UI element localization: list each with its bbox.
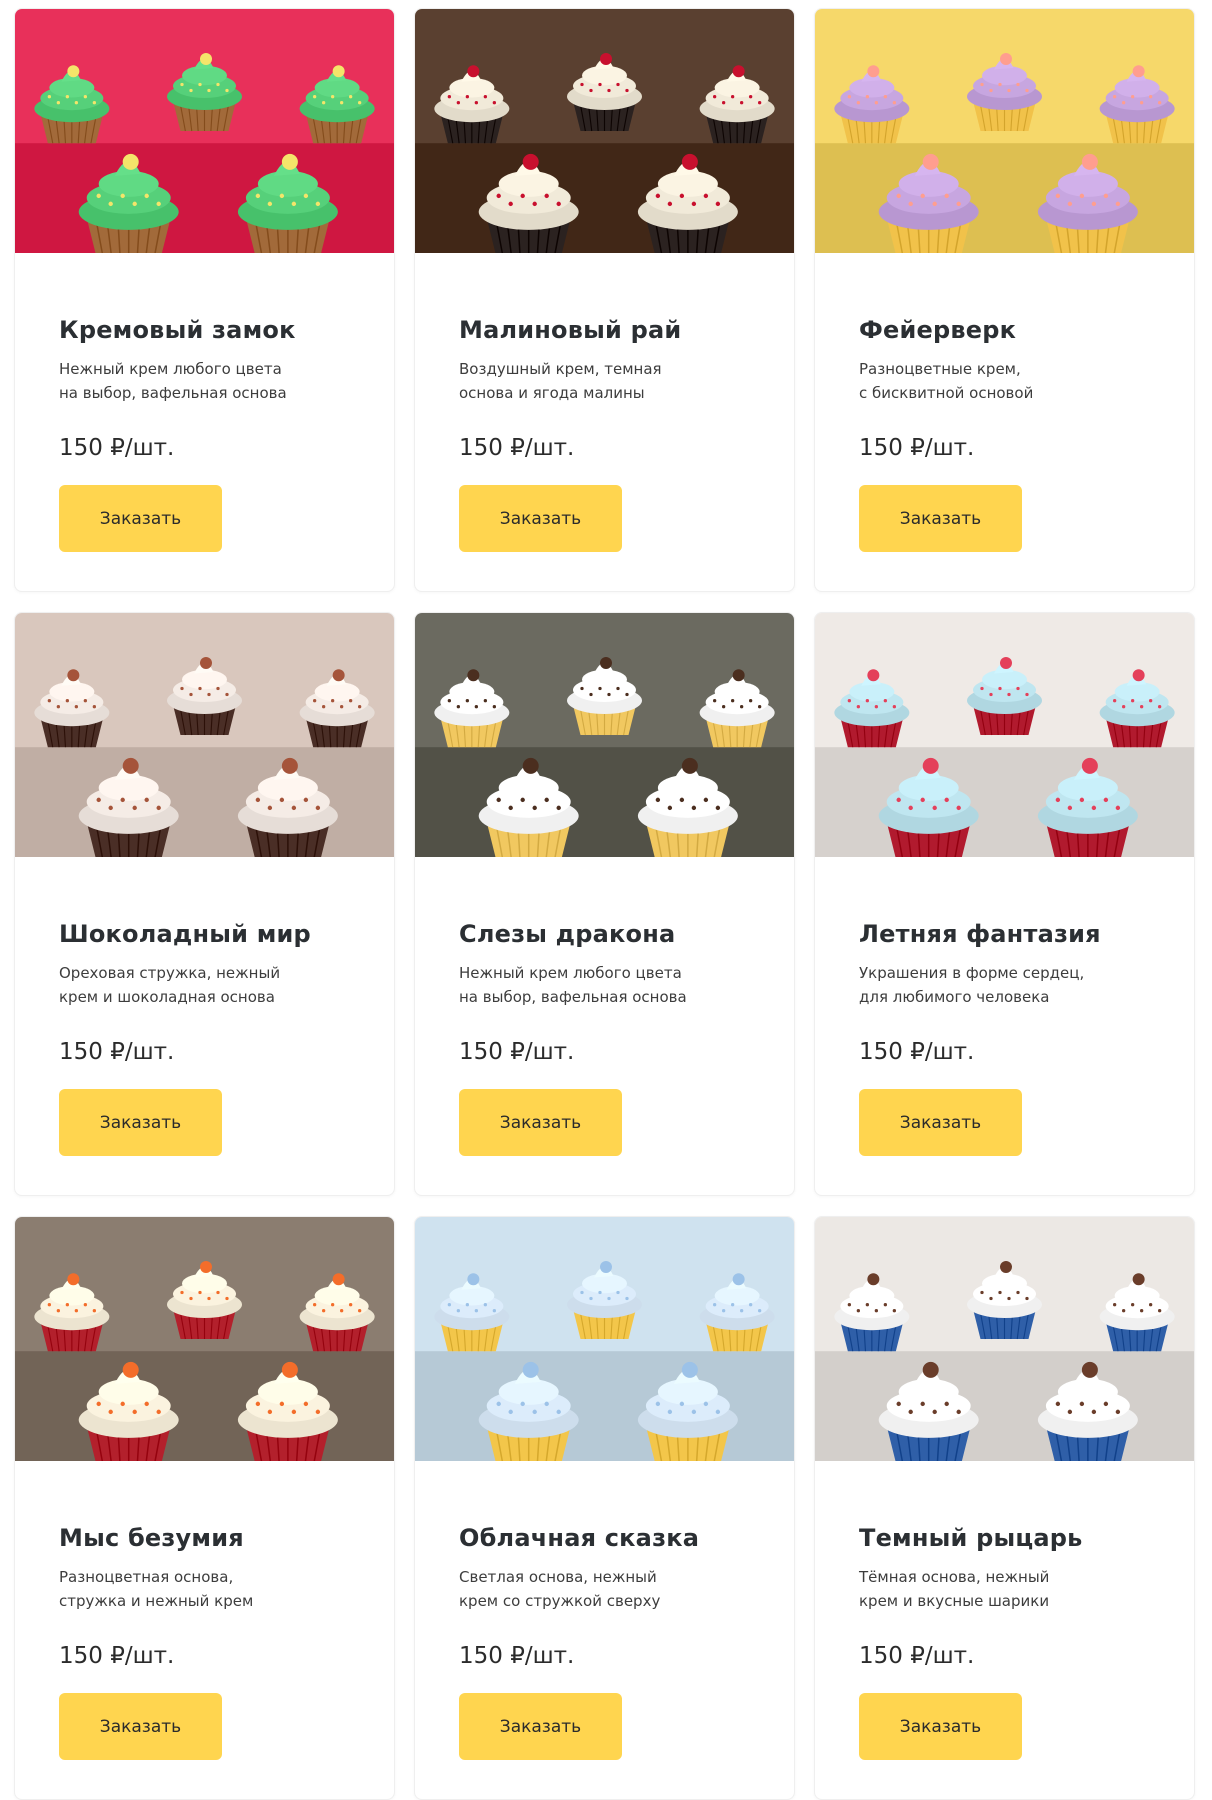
product-title: Темный рыцарь: [859, 1524, 1083, 1552]
product-card: Слезы дракона Нежный крем любого цвета н…: [414, 612, 795, 1196]
product-card: Облачная сказка Светлая основа, нежный к…: [414, 1216, 795, 1800]
description-line: Разноцветная основа,: [59, 1568, 234, 1586]
product-description: Светлая основа, нежный крем со стружкой …: [459, 1565, 719, 1613]
product-card: Шоколадный мир Ореховая стружка, нежный …: [14, 612, 395, 1196]
product-description: Тёмная основа, нежный крем и вкусные шар…: [859, 1565, 1119, 1613]
product-price: 150 ₽/шт.: [59, 1039, 175, 1065]
card-body: Кремовый замок Нежный крем любого цвета …: [59, 253, 374, 552]
product-grid: Кремовый замок Нежный крем любого цвета …: [14, 8, 1195, 1800]
description-line: крем со стружкой сверху: [459, 1592, 661, 1610]
product-title: Слезы дракона: [459, 920, 676, 948]
description-line: крем и вкусные шарики: [859, 1592, 1050, 1610]
product-title: Малиновый рай: [459, 316, 682, 344]
order-button[interactable]: Заказать: [459, 1693, 622, 1760]
product-price: 150 ₽/шт.: [459, 1643, 575, 1669]
card-body: Малиновый рай Воздушный крем, темная осн…: [459, 253, 774, 552]
product-price: 150 ₽/шт.: [459, 435, 575, 461]
product-description: Разноцветная основа, стружка и нежный кр…: [59, 1565, 319, 1613]
card-body: Летняя фантазия Украшения в форме сердец…: [859, 857, 1174, 1156]
product-description: Воздушный крем, темная основа и ягода ма…: [459, 357, 719, 405]
order-button[interactable]: Заказать: [459, 485, 622, 552]
description-line: основа и ягода малины: [459, 384, 645, 402]
product-card: Фейерверк Разноцветные крем, с бисквитно…: [814, 8, 1195, 592]
product-card: Малиновый рай Воздушный крем, темная осн…: [414, 8, 795, 592]
product-card: Летняя фантазия Украшения в форме сердец…: [814, 612, 1195, 1196]
product-title: Фейерверк: [859, 316, 1017, 344]
order-button[interactable]: Заказать: [459, 1089, 622, 1156]
product-title: Летняя фантазия: [859, 920, 1101, 948]
description-line: на выбор, вафельная основа: [59, 384, 287, 402]
description-line: стружка и нежный крем: [59, 1592, 254, 1610]
card-body: Облачная сказка Светлая основа, нежный к…: [459, 1461, 774, 1760]
product-title: Шоколадный мир: [59, 920, 311, 948]
product-photo: [415, 9, 794, 253]
product-title: Облачная сказка: [459, 1524, 700, 1552]
description-line: Разноцветные крем,: [859, 360, 1021, 378]
description-line: Тёмная основа, нежный: [859, 1568, 1050, 1586]
product-description: Нежный крем любого цвета на выбор, вафел…: [459, 961, 719, 1009]
card-body: Фейерверк Разноцветные крем, с бисквитно…: [859, 253, 1174, 552]
product-price: 150 ₽/шт.: [859, 1643, 975, 1669]
product-title: Кремовый замок: [59, 316, 296, 344]
product-description: Разноцветные крем, с бисквитной основой: [859, 357, 1119, 405]
product-price: 150 ₽/шт.: [59, 435, 175, 461]
product-photo: [815, 613, 1194, 857]
order-button[interactable]: Заказать: [59, 1693, 222, 1760]
card-body: Слезы дракона Нежный крем любого цвета н…: [459, 857, 774, 1156]
order-button[interactable]: Заказать: [59, 485, 222, 552]
product-card: Мыс безумия Разноцветная основа, стружка…: [14, 1216, 395, 1800]
product-title: Мыс безумия: [59, 1524, 244, 1552]
product-description: Нежный крем любого цвета на выбор, вафел…: [59, 357, 319, 405]
product-photo: [15, 613, 394, 857]
order-button[interactable]: Заказать: [859, 485, 1022, 552]
description-line: с бисквитной основой: [859, 384, 1034, 402]
card-body: Темный рыцарь Тёмная основа, нежный крем…: [859, 1461, 1174, 1760]
product-photo: [815, 1217, 1194, 1461]
product-photo: [415, 1217, 794, 1461]
product-card: Темный рыцарь Тёмная основа, нежный крем…: [814, 1216, 1195, 1800]
order-button[interactable]: Заказать: [859, 1089, 1022, 1156]
card-body: Мыс безумия Разноцветная основа, стружка…: [59, 1461, 374, 1760]
product-price: 150 ₽/шт.: [459, 1039, 575, 1065]
product-description: Ореховая стружка, нежный крем и шоколадн…: [59, 961, 319, 1009]
order-button[interactable]: Заказать: [59, 1089, 222, 1156]
product-price: 150 ₽/шт.: [59, 1643, 175, 1669]
description-line: Украшения в форме сердец,: [859, 964, 1085, 982]
description-line: для любимого человека: [859, 988, 1050, 1006]
product-photo: [415, 613, 794, 857]
product-photo: [815, 9, 1194, 253]
product-photo: [15, 1217, 394, 1461]
order-button[interactable]: Заказать: [859, 1693, 1022, 1760]
description-line: Нежный крем любого цвета: [59, 360, 282, 378]
description-line: Воздушный крем, темная: [459, 360, 662, 378]
product-card: Кремовый замок Нежный крем любого цвета …: [14, 8, 395, 592]
description-line: Светлая основа, нежный: [459, 1568, 657, 1586]
product-price: 150 ₽/шт.: [859, 435, 975, 461]
description-line: крем и шоколадная основа: [59, 988, 275, 1006]
description-line: Нежный крем любого цвета: [459, 964, 682, 982]
description-line: на выбор, вафельная основа: [459, 988, 687, 1006]
product-price: 150 ₽/шт.: [859, 1039, 975, 1065]
product-photo: [15, 9, 394, 253]
description-line: Ореховая стружка, нежный: [59, 964, 281, 982]
card-body: Шоколадный мир Ореховая стружка, нежный …: [59, 857, 374, 1156]
product-description: Украшения в форме сердец, для любимого ч…: [859, 961, 1119, 1009]
